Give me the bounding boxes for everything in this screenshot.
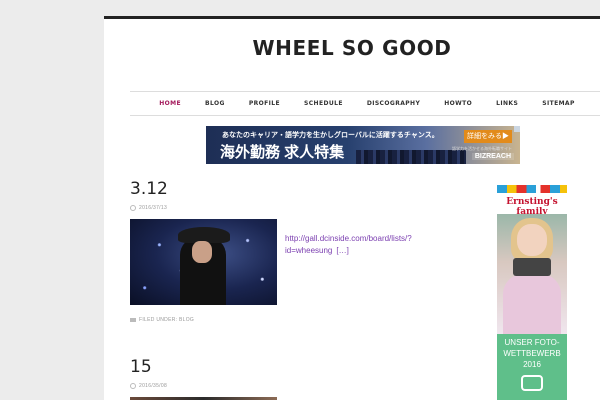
nav-item-links[interactable]: LINKS <box>484 100 530 107</box>
banner-details-button[interactable]: 詳細をみる▶ <box>464 130 512 143</box>
page-container: WHEEL SO GOOD HOME BLOG PROFILE SCHEDULE… <box>104 16 600 400</box>
nav-item-howto[interactable]: HOWTO <box>432 100 484 107</box>
clock-icon <box>130 205 136 211</box>
girl-body <box>503 274 561 334</box>
post-excerpt: http://gall.dcinside.com/board/lists/?id… <box>285 233 435 257</box>
post-date-text: 2016/37/13 <box>139 205 168 211</box>
banner-small-text: 語学力を活かせる海外転職サイト <box>452 146 512 151</box>
singer-face <box>192 241 212 263</box>
post-date-text: 2016/35/08 <box>139 383 168 389</box>
nav-item-sitemap[interactable]: SITEMAP <box>530 100 587 107</box>
post-date: 2016/35/08 <box>130 383 167 389</box>
ad-photo <box>497 214 567 334</box>
banner-city-graphic <box>356 150 466 164</box>
banner-ad[interactable]: あなたのキャリア・語学力を生かしグローバルに活躍するチャンス。 海外勤務 求人特… <box>206 126 520 164</box>
girl-face <box>517 224 547 256</box>
camera-outline-icon <box>521 375 543 391</box>
read-more-link[interactable]: […] <box>336 246 348 255</box>
banner-logo: BIZREACH <box>471 153 514 160</box>
filed-under-text[interactable]: FILED UNDER: BLOG <box>139 317 194 323</box>
nav-item-home[interactable]: HOME <box>147 100 193 107</box>
post-title[interactable]: 15 <box>130 357 152 377</box>
post-title[interactable]: 3.12 <box>130 179 168 199</box>
nav-item-schedule[interactable]: SCHEDULE <box>292 100 355 107</box>
camera-icon <box>513 258 551 276</box>
post-date: 2016/37/13 <box>130 205 167 211</box>
nav-item-profile[interactable]: PROFILE <box>237 100 292 107</box>
main-navigation: HOME BLOG PROFILE SCHEDULE DISCOGRAPHY H… <box>130 91 600 116</box>
nav-item-blog[interactable]: BLOG <box>193 100 237 107</box>
post-thumbnail[interactable] <box>130 219 277 305</box>
nav-item-discography[interactable]: DISCOGRAPHY <box>355 100 432 107</box>
site-title[interactable]: WHEEL SO GOOD <box>104 36 600 60</box>
ad-contest-text: UNSER FOTO-WETTBEWERB 2016 <box>503 338 561 369</box>
post-filed-under: FILED UNDER: BLOG <box>130 317 194 323</box>
banner-main-text: 海外勤務 求人特集 <box>220 144 345 161</box>
ad-color-stripes <box>497 185 567 193</box>
clock-icon <box>130 383 136 389</box>
banner-top-text: あなたのキャリア・語学力を生かしグローバルに活躍するチャンス。 <box>222 132 439 139</box>
sidebar-ad[interactable]: Ernsting's family UNSER FOTO-WETTBEWERB … <box>497 185 567 400</box>
folder-icon <box>130 318 136 322</box>
ad-choices-icon[interactable] <box>514 126 520 132</box>
